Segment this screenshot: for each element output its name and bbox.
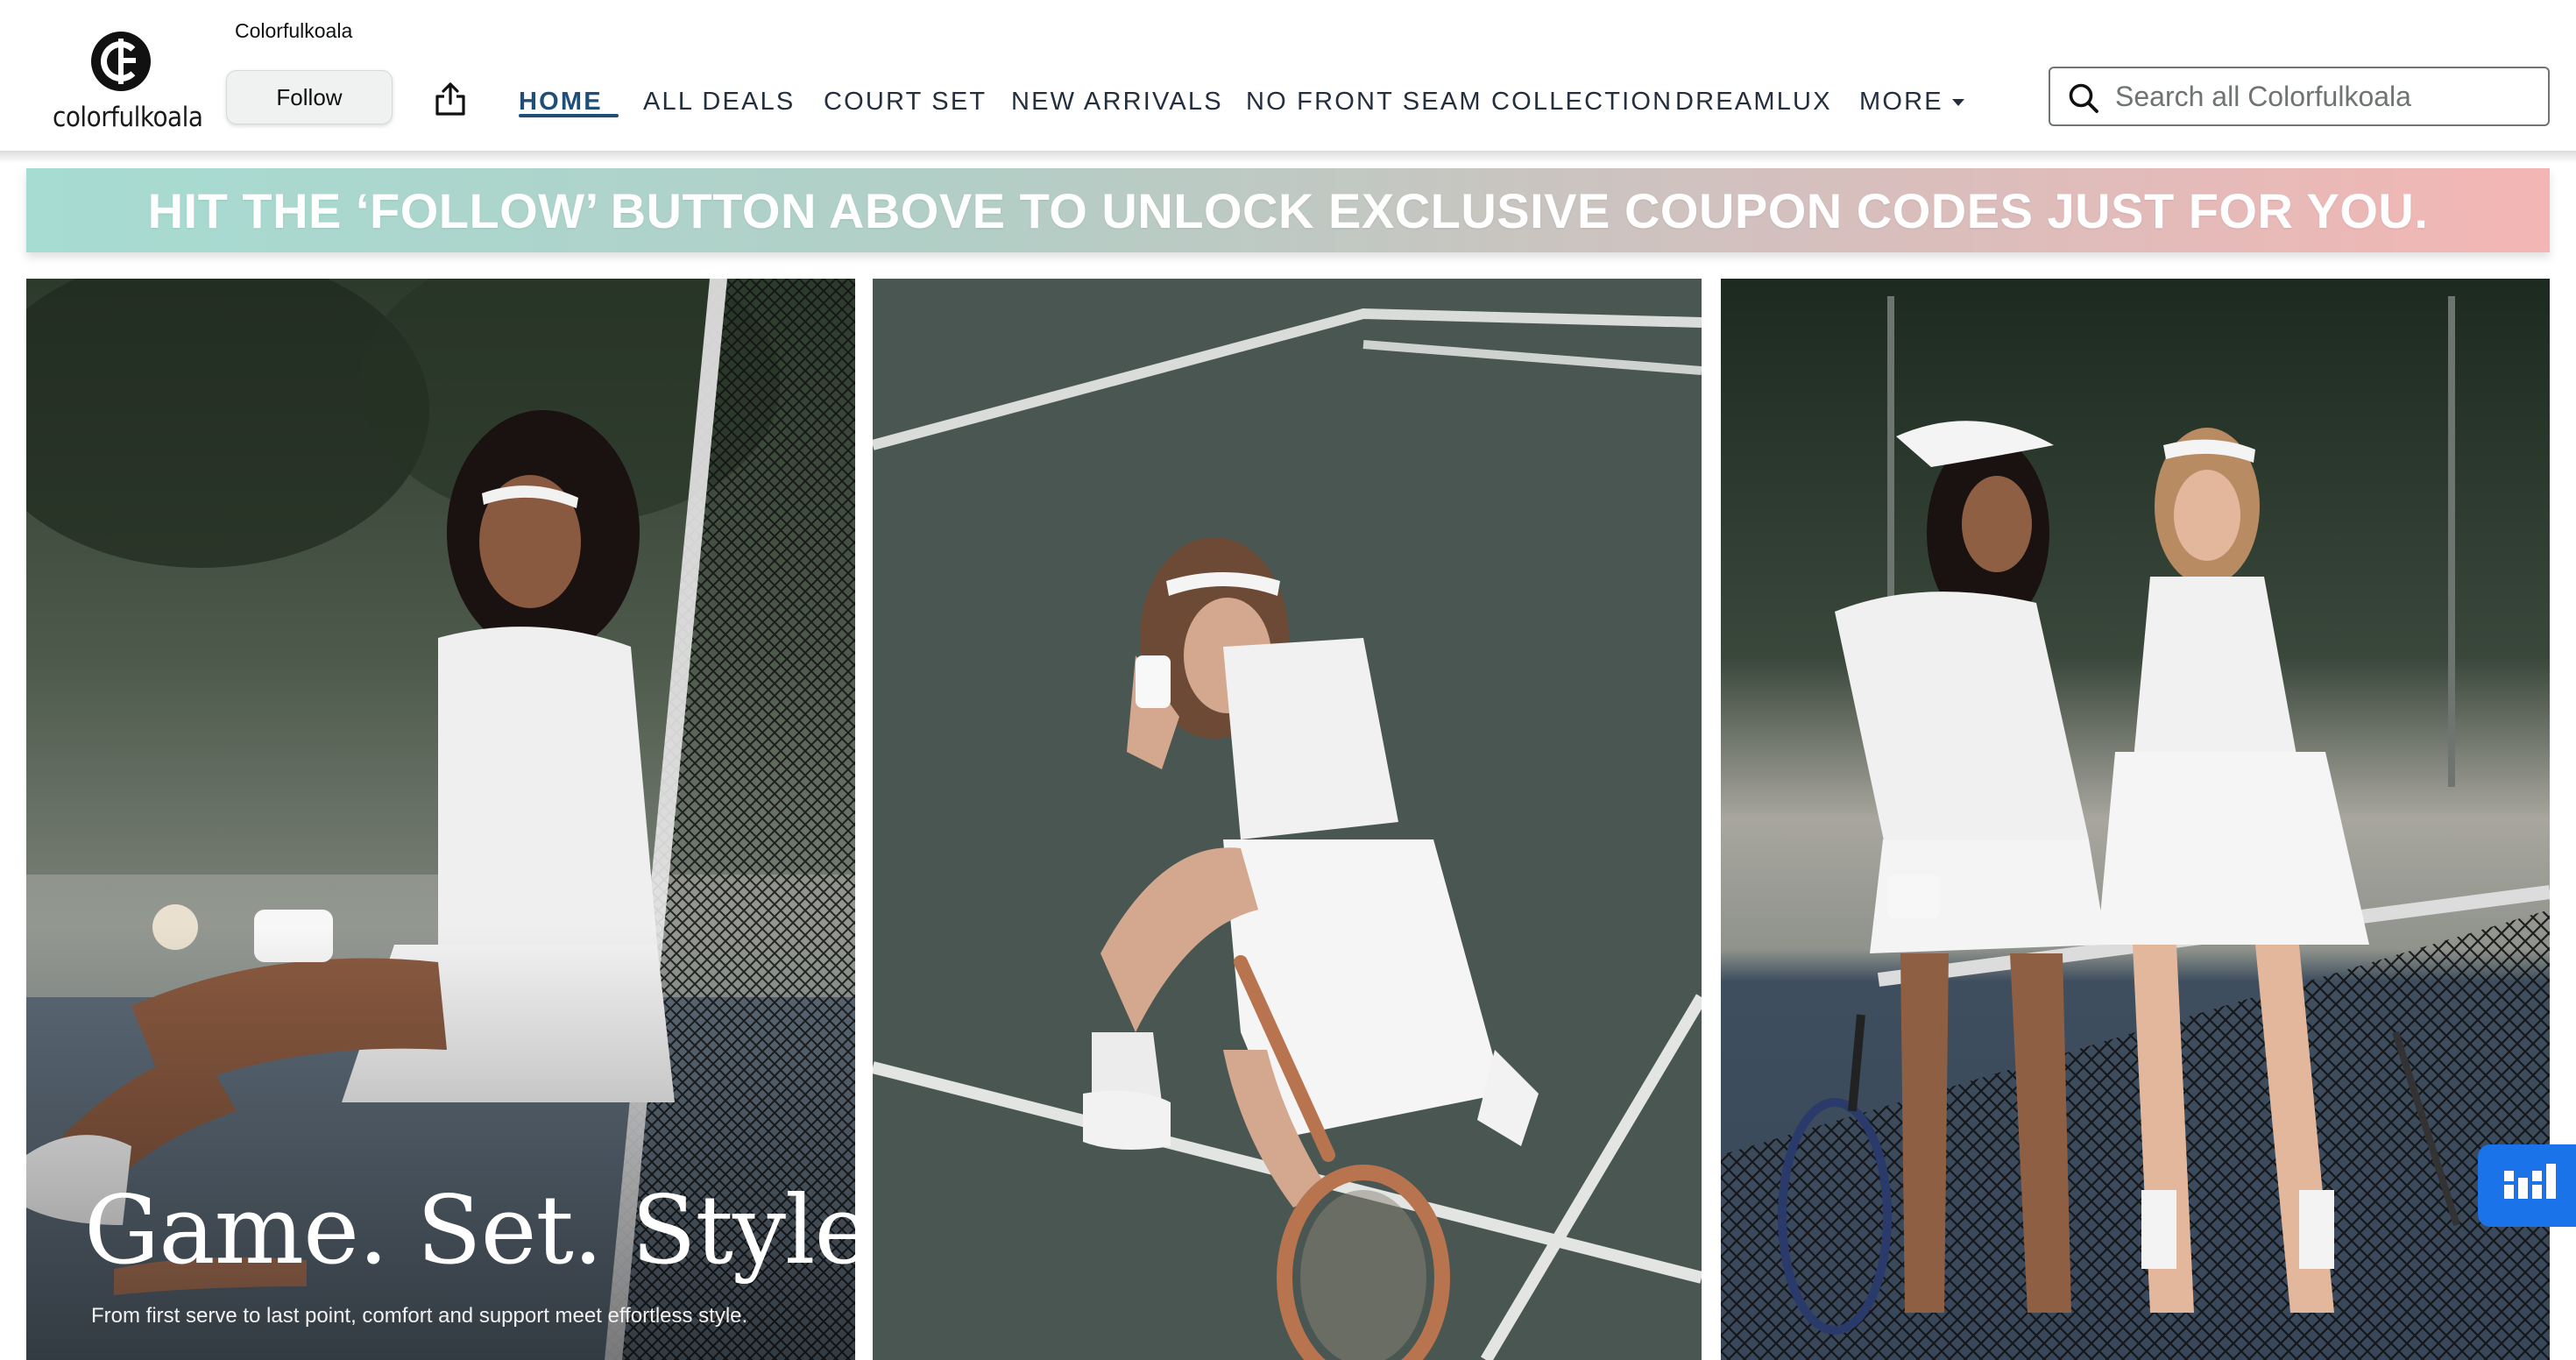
nav-active-underline — [519, 114, 619, 117]
search-input[interactable] — [2115, 74, 2536, 119]
nav-no-front-seam-collection[interactable]: NO FRONT SEAM COLLECTION — [1246, 84, 1673, 119]
floating-widget-button[interactable] — [2478, 1144, 2576, 1227]
header-divider — [0, 151, 2576, 163]
nav-more-label: MORE — [1859, 88, 1943, 116]
nav-more[interactable]: MORE — [1859, 84, 1964, 119]
follow-button[interactable]: Follow — [226, 70, 393, 124]
hero-subtitle: From first serve to last point, comfort … — [91, 1304, 748, 1328]
nav-new-arrivals[interactable]: NEW ARRIVALS — [1011, 84, 1223, 119]
logo-mark-icon — [91, 32, 151, 91]
caret-down-icon — [1951, 99, 1964, 107]
hero-tile-right[interactable] — [1721, 279, 2550, 1360]
search-icon[interactable] — [2066, 81, 2101, 116]
promo-banner[interactable]: HIT THE ‘FOLLOW’ BUTTON ABOVE TO UNLOCK … — [26, 168, 2550, 252]
two-models-at-net-photo — [1721, 279, 2550, 1360]
store-logo[interactable]: colorfulkoala — [53, 32, 203, 138]
store-header: colorfulkoala Colorfulkoala Follow HOME … — [0, 0, 2576, 154]
bar-chart-icon — [2504, 1164, 2556, 1199]
nav-court-set[interactable]: COURT SET — [824, 84, 987, 119]
store-search[interactable] — [2049, 67, 2550, 126]
nav-all-deals[interactable]: ALL DEALS — [643, 84, 795, 119]
hero-tile-left[interactable]: Game. Set. Style. From first serve to la… — [26, 279, 855, 1360]
nav-dreamlux[interactable]: DREAMLUX — [1675, 84, 1832, 119]
brand-name[interactable]: Colorfulkoala — [235, 19, 352, 43]
share-icon[interactable] — [433, 81, 468, 117]
logo-wordmark: colorfulkoala — [53, 102, 203, 133]
promo-banner-text: HIT THE ‘FOLLOW’ BUTTON ABOVE TO UNLOCK … — [147, 182, 2429, 238]
hero-title: Game. Set. Style. — [84, 1176, 855, 1286]
model-kneeling-with-racket-photo — [873, 279, 1702, 1360]
hero-tile-center[interactable] — [873, 279, 1702, 1360]
